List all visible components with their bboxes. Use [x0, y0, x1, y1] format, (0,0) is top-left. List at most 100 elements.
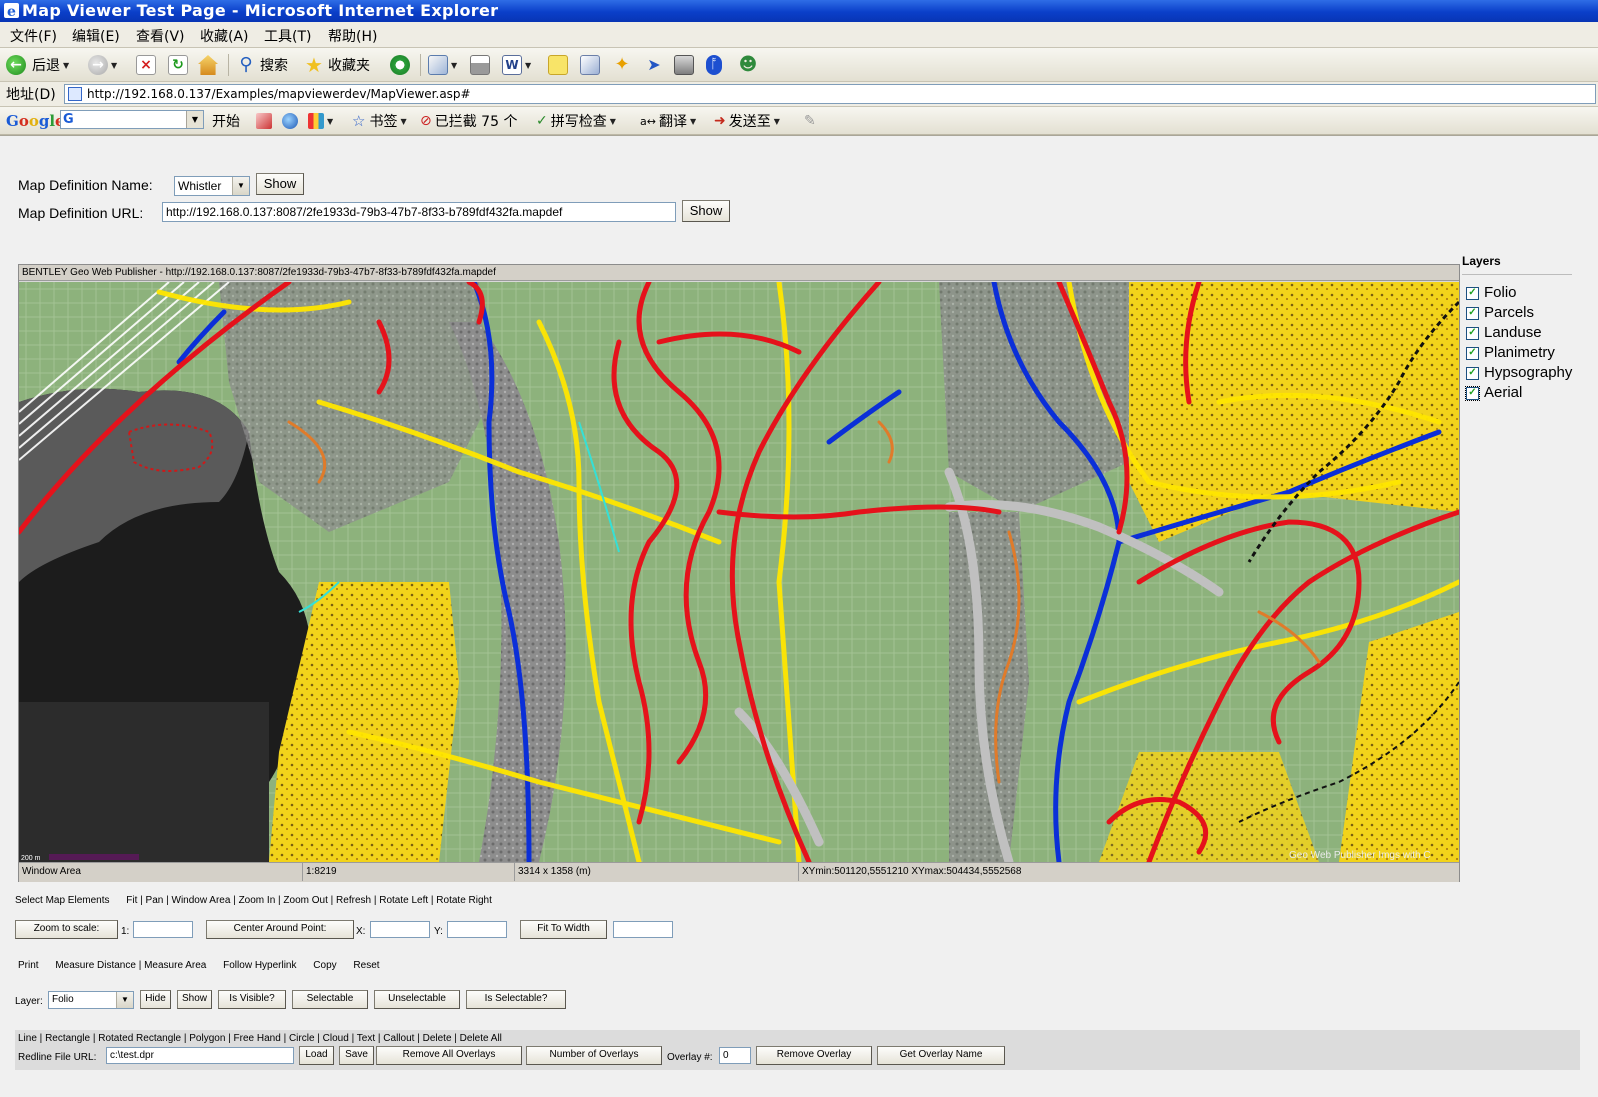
show-map-url-button[interactable]: Show: [682, 200, 730, 222]
get-overlay-name-button[interactable]: Get Overlay Name: [877, 1046, 1005, 1065]
measure-distance-link[interactable]: Measure Distance: [55, 960, 136, 971]
text-tool-link[interactable]: Text: [357, 1033, 375, 1044]
y-input[interactable]: [447, 921, 507, 938]
layer-aerial[interactable]: ✓ Aerial: [1462, 383, 1572, 403]
remove-all-overlays-button[interactable]: Remove All Overlays: [376, 1046, 522, 1065]
fit-to-width-button[interactable]: Fit To Width: [520, 920, 607, 939]
forward-button[interactable]: → ▼: [88, 54, 117, 76]
circle-tool-link[interactable]: Circle: [289, 1033, 315, 1044]
layer-planimetry[interactable]: ✓ Planimetry: [1462, 343, 1572, 363]
pan-link[interactable]: Pan: [146, 895, 164, 906]
reset-link[interactable]: Reset: [353, 960, 379, 971]
map-canvas[interactable]: 200 m Geo Web Publisher Imgs with C: [16, 279, 1462, 867]
window-area-link[interactable]: Window Area: [172, 895, 231, 906]
mail-button[interactable]: ▼: [428, 54, 457, 76]
layer-select[interactable]: Folio ▼: [48, 991, 134, 1009]
search-button[interactable]: ⚲ 搜索: [236, 54, 288, 76]
layer-landuse[interactable]: ✓ Landuse: [1462, 323, 1572, 343]
remove-overlay-button[interactable]: Remove Overlay: [756, 1046, 872, 1065]
chevron-down-icon[interactable]: ▼: [186, 111, 203, 128]
x-input[interactable]: [370, 921, 430, 938]
menu-help[interactable]: 帮助(H): [328, 26, 377, 46]
menu-edit[interactable]: 编辑(E): [72, 26, 120, 46]
zoom-out-link[interactable]: Zoom Out: [283, 895, 327, 906]
overlay-number-input[interactable]: 0: [719, 1047, 751, 1064]
layer-folio[interactable]: ✓ Folio: [1462, 283, 1572, 303]
window-titlebar[interactable]: e Map Viewer Test Page - Microsoft Inter…: [0, 0, 1598, 22]
menu-tools[interactable]: 工具(T): [264, 26, 311, 46]
copy-link[interactable]: Copy: [313, 960, 336, 971]
select-elements-link[interactable]: Select Map Elements: [15, 895, 110, 906]
checkbox-parcels[interactable]: ✓: [1466, 307, 1479, 320]
fit-link[interactable]: Fit: [126, 895, 137, 906]
callout-tool-link[interactable]: Callout: [383, 1033, 414, 1044]
delete-tool-link[interactable]: Delete: [423, 1033, 452, 1044]
zoom-to-scale-button[interactable]: Zoom to scale:: [15, 920, 118, 939]
unselectable-button[interactable]: Unselectable: [374, 990, 460, 1009]
research-button[interactable]: [580, 54, 600, 76]
map-image[interactable]: 200 m Geo Web Publisher Imgs with C: [16, 279, 1462, 867]
highlight-button[interactable]: ✎: [804, 111, 816, 131]
translate-button[interactable]: a↔ 翻译 ▼: [640, 111, 696, 131]
bookmarks-button[interactable]: ☆ 书签 ▼: [352, 111, 407, 131]
google-earth-button[interactable]: [282, 111, 298, 131]
free-hand-tool-link[interactable]: Free Hand: [234, 1033, 281, 1044]
notes-button[interactable]: [548, 54, 568, 76]
polygon-tool-link[interactable]: Polygon: [189, 1033, 225, 1044]
layer-hypsography[interactable]: ✓ Hypsography: [1462, 363, 1572, 383]
number-of-overlays-button[interactable]: Number of Overlays: [526, 1046, 662, 1065]
rotated-rectangle-tool-link[interactable]: Rotated Rectangle: [98, 1033, 181, 1044]
checkbox-aerial[interactable]: ✓: [1465, 386, 1480, 401]
stop-button[interactable]: ×: [136, 54, 156, 76]
refresh-link[interactable]: Refresh: [336, 895, 371, 906]
edit-button[interactable]: W ▼: [502, 54, 531, 76]
map-def-name-select[interactable]: Whistler ▼: [174, 176, 250, 196]
selectable-button[interactable]: Selectable: [292, 990, 368, 1009]
rotate-right-link[interactable]: Rotate Right: [436, 895, 492, 906]
map-def-url-input[interactable]: http://192.168.0.137:8087/2fe1933d-79b3-…: [162, 202, 676, 222]
follow-hyperlink-link[interactable]: Follow Hyperlink: [223, 960, 296, 971]
messenger-button[interactable]: ✦: [612, 54, 632, 76]
cloud-tool-link[interactable]: Cloud: [323, 1033, 349, 1044]
print-button[interactable]: [470, 54, 490, 76]
menu-file[interactable]: 文件(F): [10, 26, 57, 46]
center-around-point-button[interactable]: Center Around Point:: [206, 920, 354, 939]
rectangle-tool-link[interactable]: Rectangle: [45, 1033, 90, 1044]
discuss-button[interactable]: [674, 54, 694, 76]
history-button[interactable]: [390, 54, 410, 76]
refresh-button[interactable]: ↻: [168, 54, 188, 76]
checkbox-folio[interactable]: ✓: [1466, 287, 1479, 300]
menu-view[interactable]: 查看(V): [136, 26, 185, 46]
hide-layer-button[interactable]: Hide: [140, 990, 171, 1009]
checkbox-hypsography[interactable]: ✓: [1466, 367, 1479, 380]
scale-input[interactable]: [133, 921, 193, 938]
show-map-name-button[interactable]: Show: [256, 173, 304, 195]
pointer-button[interactable]: ➤: [644, 54, 664, 76]
menu-favorites[interactable]: 收藏(A): [200, 26, 249, 46]
checkbox-landuse[interactable]: ✓: [1466, 327, 1479, 340]
save-redline-button[interactable]: Save: [339, 1046, 374, 1065]
measure-area-link[interactable]: Measure Area: [144, 960, 206, 971]
line-tool-link[interactable]: Line: [18, 1033, 37, 1044]
google-start-button[interactable]: 开始: [212, 111, 240, 131]
google-search-input[interactable]: G ▼: [60, 110, 204, 129]
show-layer-button[interactable]: Show: [177, 990, 212, 1009]
width-input[interactable]: [613, 921, 673, 938]
google-news-button[interactable]: [256, 111, 272, 131]
address-input[interactable]: http://192.168.0.137/Examples/mapviewerd…: [64, 84, 1596, 104]
google-logo[interactable]: Google: [6, 111, 65, 131]
favorites-button[interactable]: ★ 收藏夹: [304, 54, 370, 76]
delete-all-tool-link[interactable]: Delete All: [460, 1033, 502, 1044]
popup-blocker-button[interactable]: ⊘ 已拦截 75 个: [420, 111, 517, 131]
people-button[interactable]: ☻: [738, 54, 758, 76]
home-button[interactable]: [198, 54, 218, 76]
is-selectable-button[interactable]: Is Selectable?: [466, 990, 566, 1009]
load-redline-button[interactable]: Load: [299, 1046, 334, 1065]
layer-parcels[interactable]: ✓ Parcels: [1462, 303, 1572, 323]
sendto-button[interactable]: ➜ 发送至 ▼: [714, 111, 780, 131]
back-button[interactable]: ← 后退 ▼: [6, 54, 69, 76]
redline-file-input[interactable]: c:\test.dpr: [106, 1047, 294, 1064]
google-pagerank-button[interactable]: ▼: [308, 111, 333, 131]
checkbox-planimetry[interactable]: ✓: [1466, 347, 1479, 360]
spellcheck-button[interactable]: ✓ 拼写检查 ▼: [536, 111, 616, 131]
